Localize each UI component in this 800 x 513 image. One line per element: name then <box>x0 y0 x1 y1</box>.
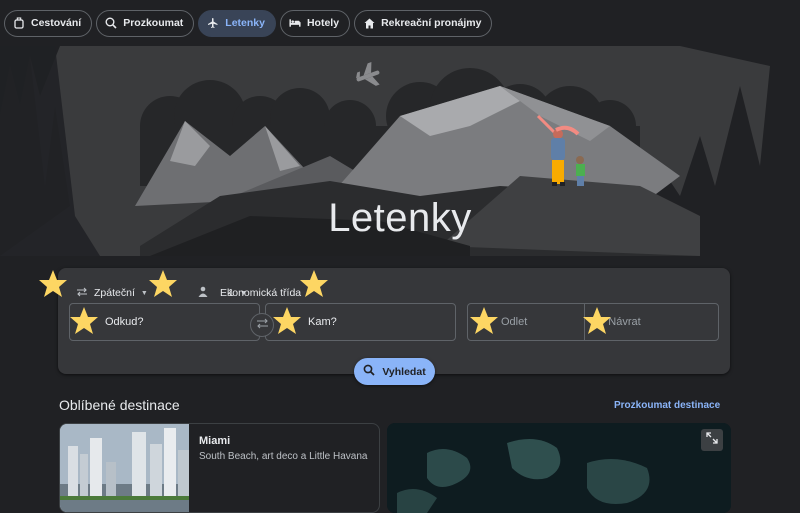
search-button-label: Vyhledat <box>382 365 426 378</box>
star-marker-icon <box>470 307 498 334</box>
nav-label: Letenky <box>225 17 265 29</box>
nav-label: Hotely <box>306 17 340 29</box>
explore-icon <box>105 17 117 29</box>
star-marker-icon <box>300 270 328 297</box>
airplane-icon <box>207 17 219 29</box>
nav-chip-explore[interactable]: Prozkoumat <box>96 9 195 37</box>
depart-placeholder: Odlet <box>501 316 528 328</box>
search-button[interactable]: Vyhledat <box>354 358 435 385</box>
popular-destinations-title: Oblíbené destinace <box>59 397 180 413</box>
star-marker-icon <box>149 270 177 297</box>
chevron-down-icon: ▼ <box>140 289 148 297</box>
nav-chip-rentals[interactable]: Rekreační pronájmy <box>354 9 493 37</box>
star-marker-icon <box>39 270 67 297</box>
home-icon <box>363 17 375 29</box>
nav-chip-hotels[interactable]: Hotely <box>279 9 351 37</box>
star-marker-icon <box>583 307 611 334</box>
nav-label: Prozkoumat <box>123 17 184 29</box>
star-marker-icon <box>70 307 98 334</box>
destination-title: Miami <box>199 435 231 447</box>
nav-label: Cestování <box>31 17 82 29</box>
person-icon <box>198 286 208 300</box>
nav-chip-travel[interactable]: Cestování <box>4 9 93 37</box>
page-title: Letenky <box>328 196 472 240</box>
explore-destinations-link[interactable]: Prozkoumat destinace <box>614 400 720 411</box>
expand-map-button[interactable] <box>701 429 723 451</box>
expand-icon <box>706 431 718 449</box>
swap-icon <box>256 316 269 334</box>
swap-button[interactable] <box>250 313 274 337</box>
destination-placeholder: Kam? <box>308 316 337 328</box>
search-icon <box>363 364 375 379</box>
destination-subtitle: South Beach, art deco a Little Havana <box>199 451 368 462</box>
round-trip-icon <box>76 287 88 300</box>
trip-type-label: Zpáteční <box>94 287 135 299</box>
nav-label: Rekreační pronájmy <box>381 17 482 29</box>
nav-chip-flights[interactable]: Letenky <box>198 9 276 37</box>
suitcase-icon <box>13 17 25 29</box>
cabin-class-label: Ekonomická třída <box>220 287 302 299</box>
return-placeholder: Návrat <box>608 316 641 328</box>
star-marker-icon <box>273 307 301 334</box>
origin-placeholder: Odkud? <box>105 316 144 328</box>
bed-icon <box>289 17 301 29</box>
top-nav: Cestování Prozkoumat Letenky Hotely Rekr… <box>0 0 800 46</box>
